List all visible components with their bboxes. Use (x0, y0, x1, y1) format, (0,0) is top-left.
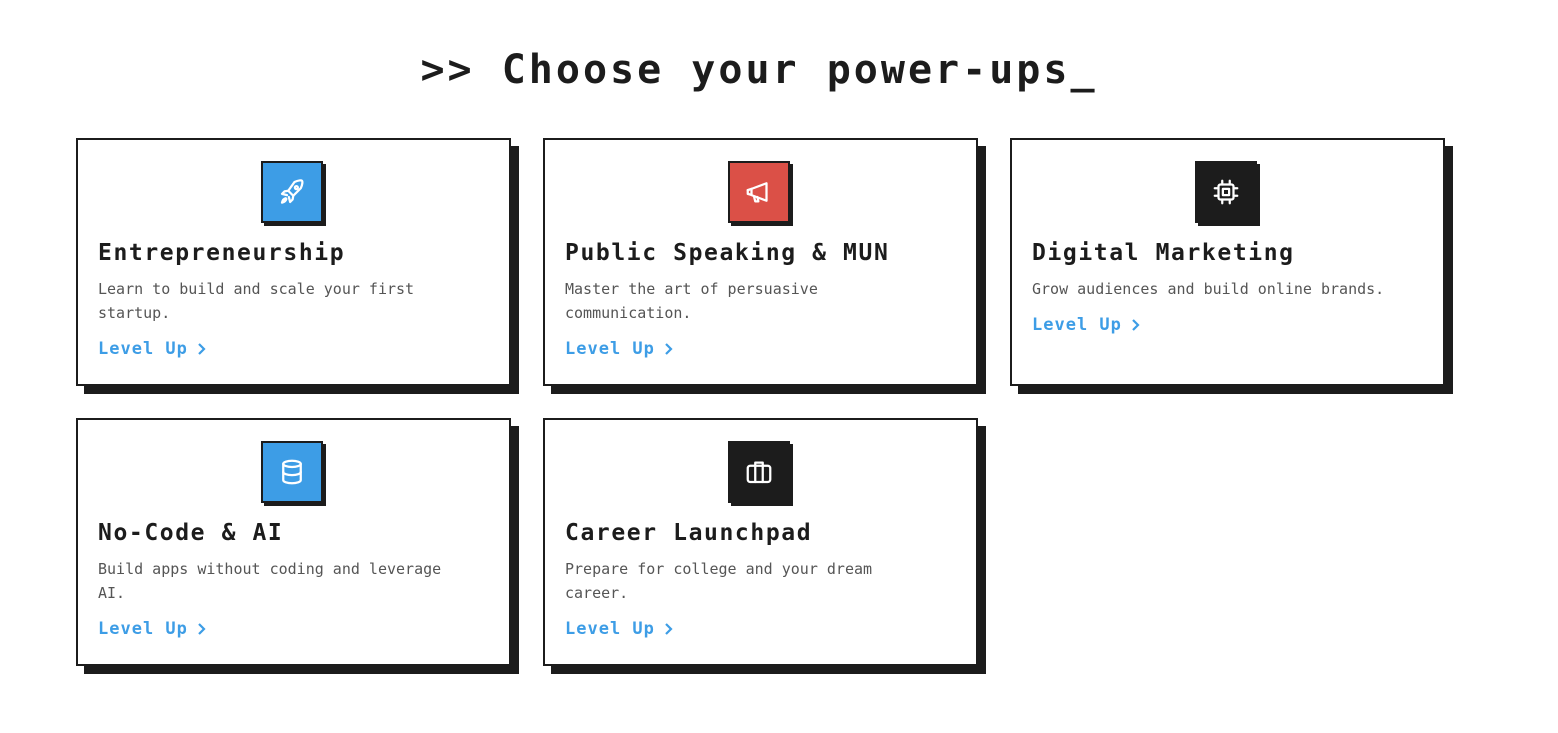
level-up-link[interactable]: Level Up (1032, 314, 1142, 336)
chevron-right-icon (198, 343, 206, 355)
card-description: Build apps without coding and leverage A… (98, 560, 442, 602)
power-ups-grid: Entrepreneurship Learn to build and scal… (76, 138, 1456, 666)
icon-box (727, 441, 790, 503)
card-description: Grow audiences and build online brands. (1032, 280, 1385, 298)
card-entrepreneurship[interactable]: Entrepreneurship Learn to build and scal… (76, 138, 511, 386)
level-up-link[interactable]: Level Up (98, 338, 208, 360)
card-no-code-ai[interactable]: No-Code & AI Build apps without coding a… (76, 418, 511, 666)
card-description: Learn to build and scale your first star… (98, 280, 415, 322)
chevron-right-icon (198, 623, 206, 635)
icon-box (260, 161, 323, 223)
icon-box (727, 161, 790, 223)
level-up-label: Level Up (565, 339, 655, 359)
level-up-label: Level Up (98, 619, 188, 639)
chip-icon (1213, 179, 1238, 205)
page-title: >> Choose your power-ups_ (420, 47, 1098, 93)
level-up-link[interactable]: Level Up (565, 338, 675, 360)
megaphone-icon (746, 182, 768, 203)
rocket-icon (280, 179, 303, 204)
icon-box (1194, 161, 1257, 223)
level-up-label: Level Up (1032, 315, 1122, 335)
level-up-label: Level Up (98, 339, 188, 359)
chevron-right-icon (1132, 319, 1140, 331)
chevron-right-icon (665, 623, 673, 635)
chevron-right-icon (665, 343, 673, 355)
level-up-label: Level Up (565, 619, 655, 639)
card-title: No-Code & AI (98, 520, 284, 546)
level-up-link[interactable]: Level Up (98, 618, 208, 640)
card-title: Digital Marketing (1032, 240, 1295, 266)
card-title: Career Launchpad (565, 520, 813, 546)
card-description: Prepare for college and your dream caree… (565, 560, 873, 602)
card-public-speaking[interactable]: Public Speaking & MUN Master the art of … (543, 138, 978, 386)
card-digital-marketing[interactable]: Digital Marketing Grow audiences and bui… (1010, 138, 1445, 386)
database-icon (281, 459, 302, 485)
icon-box (260, 441, 323, 503)
card-description: Master the art of persuasive communicati… (565, 280, 818, 322)
card-career-launchpad[interactable]: Career Launchpad Prepare for college and… (543, 418, 978, 666)
card-title: Entrepreneurship (98, 240, 346, 266)
briefcase-icon (746, 461, 771, 484)
level-up-link[interactable]: Level Up (565, 618, 675, 640)
card-title: Public Speaking & MUN (565, 240, 890, 266)
